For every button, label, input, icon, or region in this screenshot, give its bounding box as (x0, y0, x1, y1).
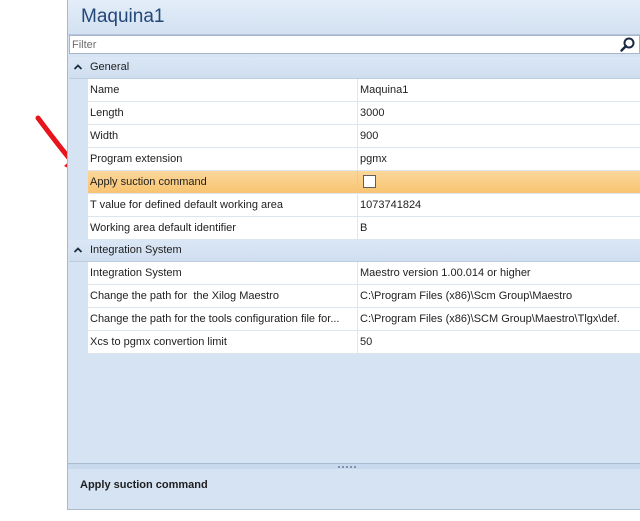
apply-suction-checkbox[interactable] (363, 175, 376, 188)
panel-title: Maquina1 (81, 6, 165, 27)
category-general[interactable]: General (69, 57, 640, 79)
property-value[interactable]: pgmx (360, 148, 640, 170)
property-row-width[interactable]: Width 900 (88, 125, 640, 148)
property-value[interactable]: 3000 (360, 102, 640, 124)
search-icon[interactable] (619, 36, 637, 53)
property-row-working-area-identifier[interactable]: Working area default identifier B (88, 217, 640, 240)
property-value[interactable]: Maquina1 (360, 79, 640, 101)
property-value[interactable]: 1073741824 (360, 194, 640, 216)
property-value[interactable]: 900 (360, 125, 640, 147)
category-label: General (90, 61, 130, 73)
property-name: Change the path for the Xilog Maestro (88, 285, 358, 307)
splitter-grip-icon[interactable] (338, 465, 356, 468)
property-name: Integration System (88, 262, 358, 284)
chevron-up-icon[interactable] (73, 246, 83, 254)
property-row-apply-suction-command[interactable]: Apply suction command (88, 171, 640, 194)
property-name: Working area default identifier (88, 217, 358, 239)
help-title: Apply suction command (80, 479, 208, 491)
panel-title-bar: Maquina1 (68, 0, 640, 35)
property-value[interactable]: B (360, 217, 640, 239)
property-name: Xcs to pgmx convertion limit (88, 331, 358, 353)
category-integration-system[interactable]: Integration System (69, 240, 640, 262)
property-value[interactable]: Maestro version 1.00.014 or higher (360, 262, 640, 284)
property-row-tools-config-path[interactable]: Change the path for the tools configurat… (88, 308, 640, 331)
property-row-t-value[interactable]: T value for defined default working area… (88, 194, 640, 217)
property-name: Program extension (88, 148, 358, 170)
property-row-name[interactable]: Name Maquina1 (88, 79, 640, 102)
property-name: Width (88, 125, 358, 147)
property-value[interactable]: C:\Program Files (x86)\Scm Group\Maestro (360, 285, 640, 307)
filter-box[interactable] (69, 35, 640, 54)
property-name: Change the path for the tools configurat… (88, 308, 358, 330)
category-label: Integration System (90, 244, 182, 256)
property-grid-panel: Maquina1 General Name Maquina1 Length 30… (67, 0, 640, 510)
property-row-xcs-pgmx-limit[interactable]: Xcs to pgmx convertion limit 50 (88, 331, 640, 354)
property-value[interactable]: C:\Program Files (x86)\SCM Group\Maestro… (360, 308, 640, 330)
help-pane: Apply suction command (68, 469, 640, 509)
property-row-xilog-maestro-path[interactable]: Change the path for the Xilog Maestro C:… (88, 285, 640, 308)
property-name: Name (88, 79, 358, 101)
property-name: Length (88, 102, 358, 124)
property-row-program-extension[interactable]: Program extension pgmx (88, 148, 640, 171)
property-name: T value for defined default working area (88, 194, 358, 216)
property-grid: General Name Maquina1 Length 3000 Width … (69, 57, 640, 354)
chevron-up-icon[interactable] (73, 63, 83, 71)
property-name: Apply suction command (88, 171, 358, 193)
property-value (360, 171, 640, 193)
filter-input[interactable] (72, 37, 602, 52)
property-row-length[interactable]: Length 3000 (88, 102, 640, 125)
property-value[interactable]: 50 (360, 331, 640, 353)
property-row-integration-system[interactable]: Integration System Maestro version 1.00.… (88, 262, 640, 285)
